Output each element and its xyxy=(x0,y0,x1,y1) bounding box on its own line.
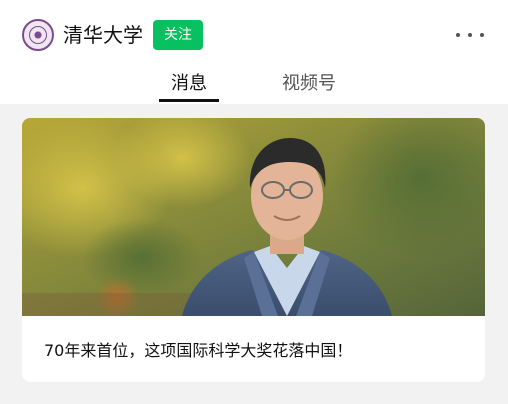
account-name[interactable]: 清华大学 xyxy=(63,20,143,50)
article-card[interactable]: 70年来首位，这项国际科学大奖花落中国！ xyxy=(22,118,485,382)
active-tab-indicator xyxy=(159,99,219,102)
more-options-icon[interactable] xyxy=(456,25,484,45)
university-seal-icon xyxy=(29,26,47,44)
tab-messages[interactable]: 消息 xyxy=(160,70,218,98)
tab-channels[interactable]: 视频号 xyxy=(276,70,342,98)
account-avatar[interactable] xyxy=(22,19,54,51)
article-cover-image xyxy=(22,118,485,316)
account-header: 清华大学 关注 消息 视频号 xyxy=(0,0,508,104)
article-title[interactable]: 70年来首位，这项国际科学大奖花落中国！ xyxy=(44,338,464,364)
follow-button[interactable]: 关注 xyxy=(153,20,203,50)
